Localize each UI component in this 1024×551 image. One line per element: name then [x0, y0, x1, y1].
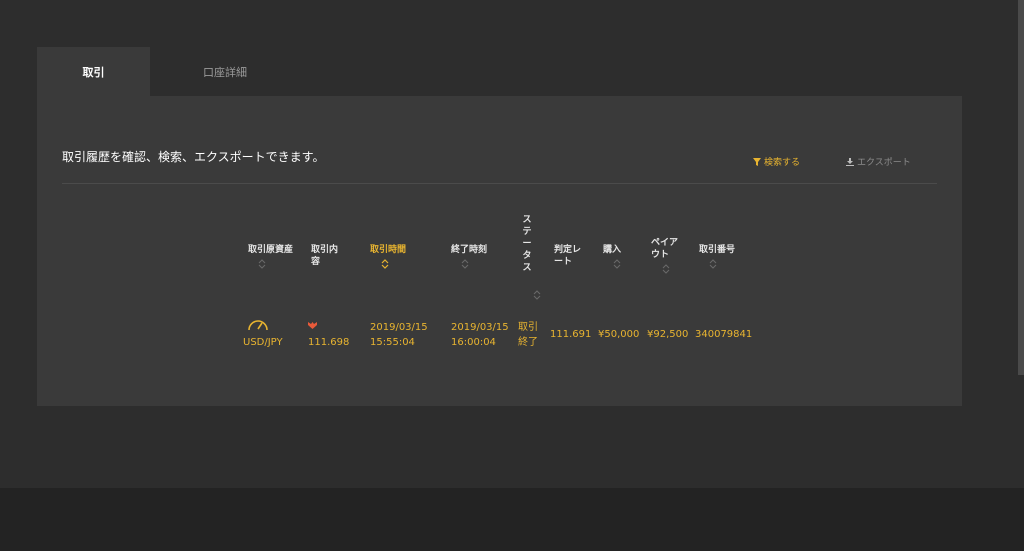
header-payout-line2: ウト: [651, 250, 670, 260]
export-button-label: エクスポート: [857, 158, 911, 168]
tab-trades-label: 取引: [82, 65, 105, 79]
tab-bar: 取引 口座詳細: [37, 47, 300, 96]
header-content-line2: 容: [311, 257, 321, 267]
cell-start-clock: 15:55:04: [370, 337, 415, 348]
header-judge-rate[interactable]: 判定レ ート: [554, 244, 581, 268]
header-asset[interactable]: 取引原資産: [248, 244, 293, 269]
sort-asc-icon: [381, 259, 389, 269]
cell-trade-number: 340079841: [695, 329, 753, 340]
header-purchase-label: 購入: [603, 245, 622, 255]
search-button[interactable]: 検索する: [753, 155, 800, 168]
header-status[interactable]: ス テ ー タ ス: [521, 214, 533, 274]
search-button-label: 検索する: [764, 158, 801, 168]
cell-start-date: 2019/03/15: [370, 322, 428, 333]
tab-account-details[interactable]: 口座詳細: [150, 47, 300, 96]
cell-end-clock: 16:00:04: [451, 337, 496, 348]
download-icon: [846, 157, 854, 166]
sort-icon: [613, 259, 621, 269]
cell-status-line2: 終了: [518, 337, 538, 348]
header-end-time[interactable]: 終了時刻: [451, 244, 487, 269]
header-status-char: ス: [522, 215, 532, 225]
cell-entry-rate: 111.698: [308, 337, 350, 348]
gauge-icon: [248, 320, 268, 331]
header-payout-line1: ペイア: [651, 238, 679, 248]
trade-history-panel: 取引履歴を確認、検索、エクスポートできます。 検索する エクスポート 取引原資産…: [37, 96, 962, 406]
divider: [62, 183, 937, 184]
filter-icon: [753, 157, 761, 166]
cell-judge-rate: 111.691: [550, 329, 592, 340]
header-content[interactable]: 取引内 容: [311, 244, 338, 268]
page-description: 取引履歴を確認、検索、エクスポートできます。: [62, 150, 325, 164]
sort-icon: [662, 264, 670, 274]
down-marker-icon: [308, 322, 317, 329]
cell-status-line1: 取引: [518, 322, 538, 333]
header-start-time-label: 取引時間: [370, 245, 407, 255]
header-trade-number-label: 取引番号: [699, 245, 736, 255]
export-button[interactable]: エクスポート: [846, 155, 911, 168]
header-status-char: ー: [522, 239, 532, 249]
header-judge-rate-line2: ート: [554, 257, 573, 267]
cell-purchase: ¥50,000: [598, 329, 640, 340]
cell-payout: ¥92,500: [647, 329, 689, 340]
header-end-time-label: 終了時刻: [451, 245, 488, 255]
header-asset-label: 取引原資産: [248, 245, 294, 255]
cell-asset: USD/JPY: [243, 337, 283, 348]
header-content-line1: 取引内: [311, 245, 339, 255]
footer-band: [0, 488, 1024, 551]
sort-icon: [258, 259, 266, 269]
scrollbar[interactable]: [1018, 0, 1024, 375]
header-status-char: テ: [522, 227, 532, 237]
header-status-char: ス: [522, 263, 532, 273]
header-status-char: タ: [522, 251, 532, 261]
cell-end-date: 2019/03/15: [451, 322, 509, 333]
sort-icon: [709, 259, 717, 269]
sort-icon: [461, 259, 469, 269]
header-purchase[interactable]: 購入: [603, 244, 623, 269]
tab-account-details-label: 口座詳細: [203, 65, 247, 79]
header-start-time[interactable]: 取引時間: [370, 244, 406, 269]
tab-trades[interactable]: 取引: [37, 47, 150, 96]
header-payout[interactable]: ペイア ウト: [651, 237, 678, 274]
header-judge-rate-line1: 判定レ: [554, 245, 582, 255]
header-trade-number[interactable]: 取引番号: [699, 244, 735, 269]
sort-icon[interactable]: [531, 288, 543, 300]
